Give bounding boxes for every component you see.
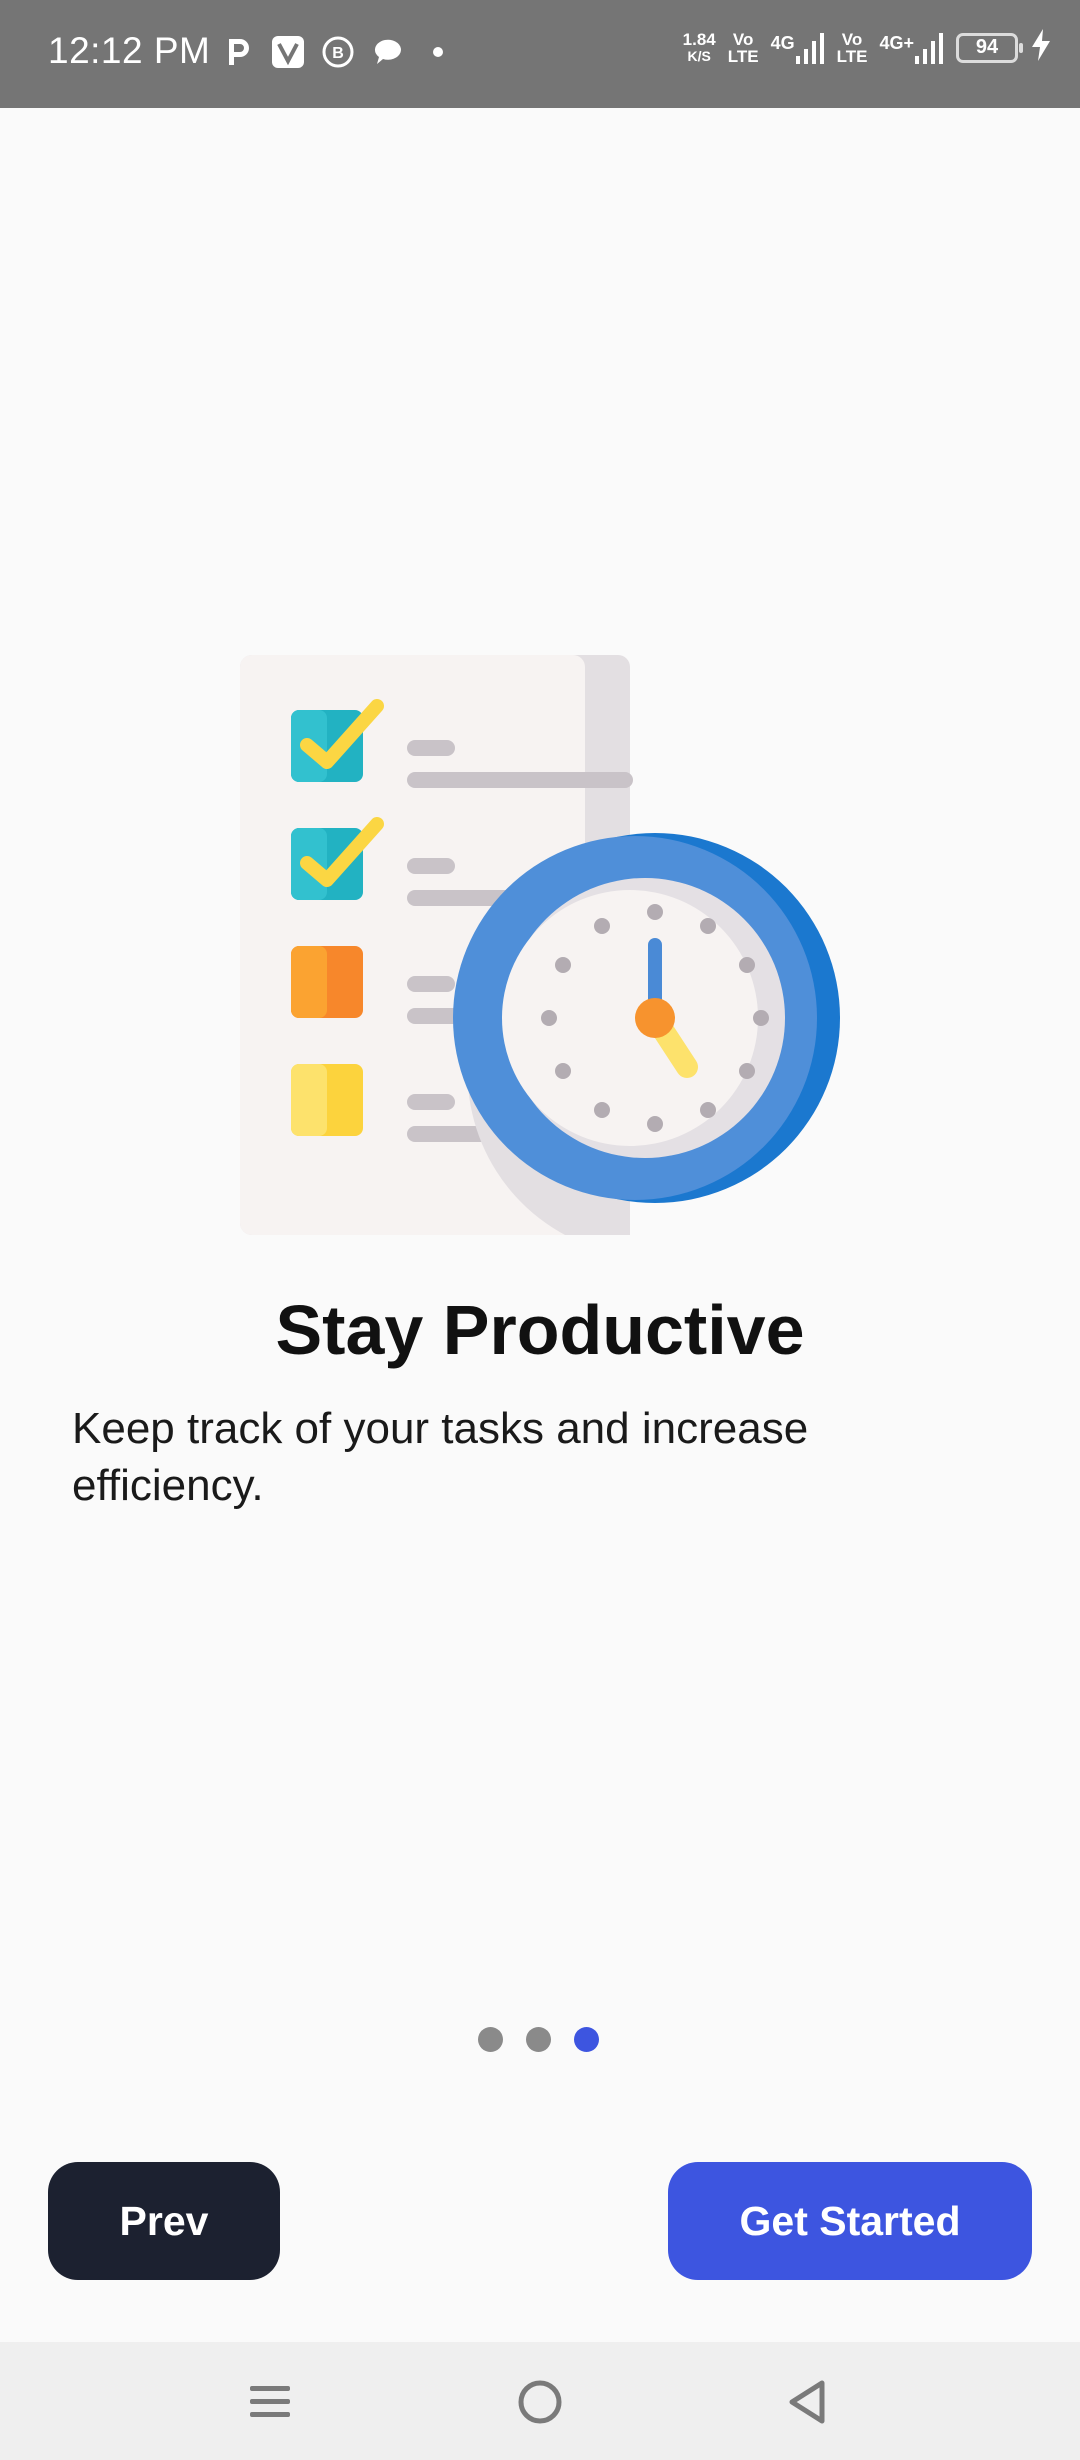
- network-speed: 1.84 K/S: [683, 31, 716, 65]
- notification-icons: B: [220, 34, 456, 70]
- chat-bubble-icon: [370, 34, 406, 70]
- v-app-icon: [270, 34, 306, 70]
- network-type-2: 4G+: [879, 32, 914, 53]
- productivity-illustration: [235, 650, 845, 1240]
- network-speed-value: 1.84: [682, 29, 716, 49]
- onboarding-title: Stay Productive: [275, 1291, 805, 1369]
- volte-1-top: Vo: [732, 29, 754, 49]
- network-type-1: 4G: [770, 32, 795, 53]
- system-nav-bar: [0, 2342, 1080, 2460]
- back-icon[interactable]: [778, 2372, 838, 2432]
- prev-button-label: Prev: [119, 2197, 209, 2244]
- page-indicator: [478, 2027, 599, 2052]
- dot-icon: [420, 34, 456, 70]
- volte-2-bottom: LTE: [836, 46, 868, 66]
- volte-indicator-1: Vo LTE: [728, 31, 759, 65]
- network-speed-unit: K/S: [687, 47, 711, 64]
- onboarding-screen: 12:12 PM B 1.84 K/S Vo LTE 4G Vo LTE 4G+…: [0, 0, 1080, 2460]
- signal-icon-2: [915, 32, 943, 64]
- volte-2-top: Vo: [841, 29, 863, 49]
- status-bar: 12:12 PM B 1.84 K/S Vo LTE 4G Vo LTE 4G+…: [0, 0, 1080, 108]
- b-app-icon: B: [320, 34, 356, 70]
- page-dot-1[interactable]: [478, 2027, 503, 2052]
- parking-icon: [220, 34, 256, 70]
- page-dot-3-active[interactable]: [574, 2027, 599, 2052]
- battery-icon: 94: [956, 32, 1023, 63]
- onboarding-description: Keep track of your tasks and increase ef…: [72, 1404, 809, 1510]
- status-indicators: 1.84 K/S Vo LTE 4G Vo LTE 4G+ 94: [683, 28, 1052, 67]
- home-icon[interactable]: [510, 2372, 570, 2432]
- clipboard-clock-image: [240, 655, 840, 1235]
- svg-text:B: B: [332, 45, 344, 62]
- charging-icon: [1030, 28, 1052, 67]
- get-started-button-label: Get Started: [739, 2197, 961, 2244]
- battery-level: 94: [975, 36, 999, 58]
- volte-1-bottom: LTE: [727, 46, 759, 66]
- signal-group-1: 4G: [771, 32, 825, 64]
- get-started-button[interactable]: Get Started: [668, 2162, 1032, 2280]
- page-dot-2[interactable]: [526, 2027, 551, 2052]
- menu-icon[interactable]: [240, 2372, 300, 2432]
- signal-icon: [795, 32, 824, 64]
- signal-group-2: 4G+: [879, 32, 944, 64]
- prev-button[interactable]: Prev: [48, 2162, 280, 2280]
- volte-indicator-2: Vo LTE: [837, 31, 868, 65]
- status-time: 12:12 PM: [48, 30, 211, 71]
